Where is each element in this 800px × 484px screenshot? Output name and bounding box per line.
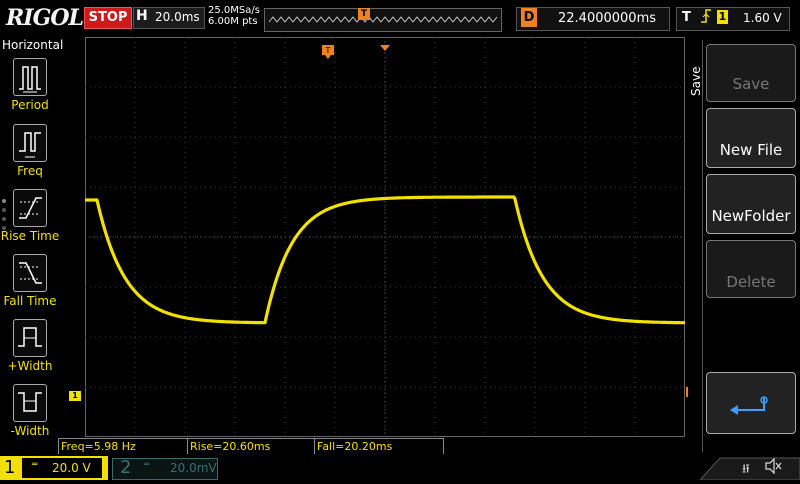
- acquisition-info: 25.0MSa/s 6.00M pts: [208, 5, 260, 27]
- freq-label: Freq: [17, 164, 43, 178]
- ch1-waveform-trace: [84, 195, 686, 325]
- fall-measurement: Fall=20.20ms: [314, 438, 444, 455]
- rise-measurement: Rise=20.60ms: [187, 438, 315, 455]
- pos-width-icon[interactable]: [13, 319, 47, 357]
- page-dot: [2, 199, 6, 203]
- measure-menu-title: Horizontal: [2, 38, 64, 52]
- usb-icon: ⭿: [742, 462, 750, 476]
- return-arrow-icon: [728, 396, 772, 424]
- rise-time-label: Rise Time: [0, 229, 60, 243]
- brand-logo: RIGOL: [6, 5, 84, 31]
- trigger-level: 1.60 V: [743, 11, 782, 25]
- ch1-ground-marker[interactable]: 1: [69, 391, 81, 401]
- dc-coupling-icon: ═: [144, 460, 150, 470]
- neg-width-label: -Width: [10, 424, 50, 438]
- delay-label: D: [521, 8, 537, 27]
- timebase-value: 20.0ms: [155, 10, 200, 24]
- trigger-source: 1: [717, 10, 728, 24]
- rising-edge-icon: [700, 8, 712, 28]
- neg-width-icon[interactable]: [13, 384, 47, 422]
- delay-value: 22.4000000ms: [558, 11, 657, 26]
- period-icon[interactable]: [13, 58, 47, 96]
- ch1-scale: 20.0 V: [52, 461, 91, 475]
- dc-coupling-icon: ═: [32, 460, 38, 470]
- run-stop-button[interactable]: STOP: [84, 7, 132, 29]
- memory-waveform-icon: [268, 16, 498, 23]
- ch2-number: 2: [120, 457, 132, 478]
- memory-trigger-marker: T: [358, 8, 370, 20]
- new-file-button-label: New File: [719, 141, 783, 159]
- sample-rate: 25.0MSa/s: [208, 5, 260, 16]
- save-button[interactable]: [706, 44, 796, 102]
- ch2-scale: 20.0mV: [170, 461, 217, 475]
- freq-measurement: Freq=5.98 Hz: [58, 438, 188, 455]
- memory-depth: 6.00M pts: [208, 16, 258, 27]
- horizontal-label: H: [136, 8, 148, 24]
- period-label: Period: [11, 98, 49, 112]
- rise-time-icon[interactable]: [13, 189, 47, 227]
- memory-overview: [264, 8, 502, 32]
- fall-time-icon[interactable]: [13, 254, 47, 292]
- fall-time-label: Fall Time: [3, 294, 57, 308]
- trigger-position-marker: T: [322, 44, 334, 63]
- page-dot: [2, 208, 6, 212]
- freq-icon[interactable]: [13, 124, 47, 162]
- new-folder-button-label: NewFolder: [711, 207, 791, 225]
- page-dot: [2, 217, 6, 221]
- menu-divider: [688, 40, 703, 452]
- delete-button-label: Delete: [726, 273, 776, 291]
- new-folder-button[interactable]: [706, 174, 796, 234]
- save-button-label: Save: [732, 75, 770, 93]
- ch1-number: 1: [4, 457, 16, 478]
- pos-width-label: +Width: [7, 359, 53, 373]
- waveform-display[interactable]: [84, 37, 686, 437]
- new-file-button[interactable]: [706, 108, 796, 168]
- speaker-muted-icon: [764, 457, 782, 478]
- center-marker: [380, 37, 390, 56]
- svg-text:T: T: [325, 46, 331, 55]
- waveform-grid: [84, 37, 686, 437]
- trigger-label: T: [682, 10, 691, 25]
